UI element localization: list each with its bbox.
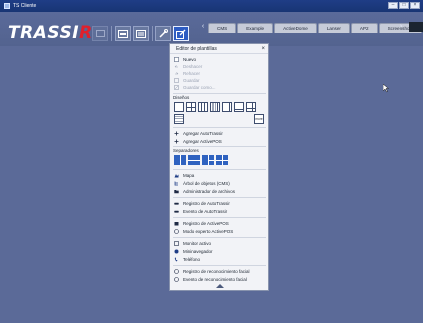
template-editor-panel: Editor de plantillas × Nuevo Deshacer Re… <box>169 43 269 291</box>
menu-item-guardar[interactable]: Guardar <box>174 77 200 84</box>
save-icon <box>174 78 179 83</box>
more-layouts-button[interactable]: more <box>254 114 264 124</box>
window-controls: – □ × <box>388 2 420 9</box>
toolbar-separator <box>152 26 153 41</box>
layout-1plus5-icon[interactable] <box>222 102 232 112</box>
toolbar-separator <box>111 26 112 41</box>
menu-item-nuevo[interactable]: Nuevo <box>174 56 196 63</box>
panel-title: Editor de plantillas <box>170 44 268 54</box>
menu-item-minineavegador[interactable]: Mininavegador <box>174 248 213 255</box>
layout-1x1-icon[interactable] <box>174 102 184 112</box>
divider <box>173 237 266 238</box>
menu-item-agregar-activepos[interactable]: Agregar ActivePOS <box>174 138 222 145</box>
main-toolbar: TRASSIR ‹ CMS Example ActiveDome Lanser … <box>0 12 423 46</box>
layout-button[interactable] <box>115 26 131 41</box>
divider <box>173 146 266 147</box>
settings-button[interactable] <box>92 26 108 41</box>
phone-icon <box>174 257 178 262</box>
car-icon <box>174 202 179 205</box>
divider <box>173 93 266 94</box>
layout-4x4-icon[interactable] <box>210 102 220 112</box>
menu-item-monitor-activo[interactable]: Monitor activo <box>174 240 211 247</box>
car-event-icon <box>174 210 179 213</box>
face-event-icon <box>174 277 179 282</box>
app-icon <box>4 3 10 9</box>
window-titlebar: TS Cliente – □ × <box>0 0 423 12</box>
separator-horizontal-icon[interactable] <box>188 155 200 165</box>
tab-scroll-right-icon[interactable]: › <box>396 22 406 32</box>
layout-2x2-icon[interactable] <box>186 102 196 112</box>
template-editor-button[interactable] <box>173 26 189 41</box>
close-icon[interactable]: × <box>261 44 265 54</box>
save-as-icon <box>174 85 179 90</box>
tab-ap2[interactable]: AP2 <box>350 23 378 33</box>
camera-icon[interactable] <box>409 22 423 32</box>
maximize-button[interactable]: □ <box>399 2 409 9</box>
menu-item-rehacer[interactable]: Rehacer <box>174 70 200 77</box>
layouts-heading: Diseños <box>173 95 190 100</box>
list-button[interactable] <box>133 26 149 41</box>
redo-icon <box>175 72 179 75</box>
undo-icon <box>174 65 178 68</box>
tab-lanser[interactable]: Lanser <box>317 23 350 33</box>
separator-cross-icon[interactable] <box>216 155 228 165</box>
map-icon <box>174 174 179 178</box>
menu-item-evento-autotrassir[interactable]: Evento de AutoTrassir <box>174 208 227 215</box>
folder-icon <box>174 190 179 194</box>
tab-activedome[interactable]: ActiveDome <box>274 23 317 33</box>
menu-item-modo-experto-activepos[interactable]: Modo experto ActivePOS <box>174 228 233 235</box>
menu-item-registro-activepos[interactable]: Registro de ActivePOS <box>174 220 229 227</box>
divider <box>173 217 266 218</box>
new-file-icon <box>174 57 179 62</box>
add-icon <box>174 131 179 136</box>
browser-icon <box>174 249 179 254</box>
menu-item-evento-reconocimiento-facial[interactable]: Evento de reconocimiento facial <box>174 276 247 283</box>
panel-icon <box>95 30 105 37</box>
menu-item-guardar-como[interactable]: Guardar como... <box>174 84 216 91</box>
divider <box>173 127 266 128</box>
divider <box>173 169 266 170</box>
layout-custom-icon[interactable] <box>246 102 256 112</box>
close-window-button[interactable]: × <box>410 2 420 9</box>
layout-1plus7-icon[interactable] <box>234 102 244 112</box>
register-icon <box>174 222 179 226</box>
tab-example[interactable]: Example <box>237 23 274 33</box>
window-title: TS Cliente <box>13 3 37 9</box>
scroll-up-icon[interactable] <box>216 284 224 288</box>
menu-item-registro-autotrassir[interactable]: Registro de AutoTrassir <box>174 200 230 207</box>
divider <box>173 197 266 198</box>
menu-item-telefono[interactable]: Teléfono <box>174 256 200 263</box>
menu-item-mapa[interactable]: Mapa <box>174 172 194 179</box>
tab-bar: CMS Example ActiveDome Lanser AP2 Screen… <box>208 23 423 33</box>
tools-button[interactable] <box>155 26 171 41</box>
layout-grid-icon[interactable] <box>174 114 184 124</box>
monitor-icon <box>174 241 179 246</box>
menu-item-arbol-objetos[interactable]: Árbol de objetos (CMS) <box>174 180 230 187</box>
list-icon <box>136 29 146 38</box>
add-icon <box>174 139 179 144</box>
trassir-logo: TRASSIR <box>8 23 93 43</box>
layout-3x3-icon[interactable] <box>198 102 208 112</box>
wrench-icon <box>158 29 168 38</box>
menu-item-deshacer[interactable]: Deshacer <box>174 63 202 70</box>
mouse-cursor-icon <box>383 84 389 93</box>
separator-t-left-icon[interactable] <box>202 155 214 165</box>
face-log-icon <box>174 269 179 274</box>
menu-item-registro-reconocimiento-facial[interactable]: Registro de reconocimiento facial <box>174 268 250 275</box>
menu-item-agregar-autotrassir[interactable]: Agregar AutoTrassir <box>174 130 223 137</box>
edit-icon <box>176 29 186 39</box>
separators-heading: Separadores <box>173 148 199 153</box>
divider <box>173 265 266 266</box>
separator-vertical-icon[interactable] <box>174 155 186 165</box>
layout-icon <box>118 29 128 38</box>
tab-cms[interactable]: CMS <box>208 23 237 33</box>
expert-icon <box>174 229 179 234</box>
tree-icon <box>174 181 178 186</box>
menu-item-administrador-archivos[interactable]: Administrador de archivos <box>174 188 235 195</box>
minimize-button[interactable]: – <box>388 2 398 9</box>
tab-scroll-left-icon[interactable]: ‹ <box>198 22 208 32</box>
